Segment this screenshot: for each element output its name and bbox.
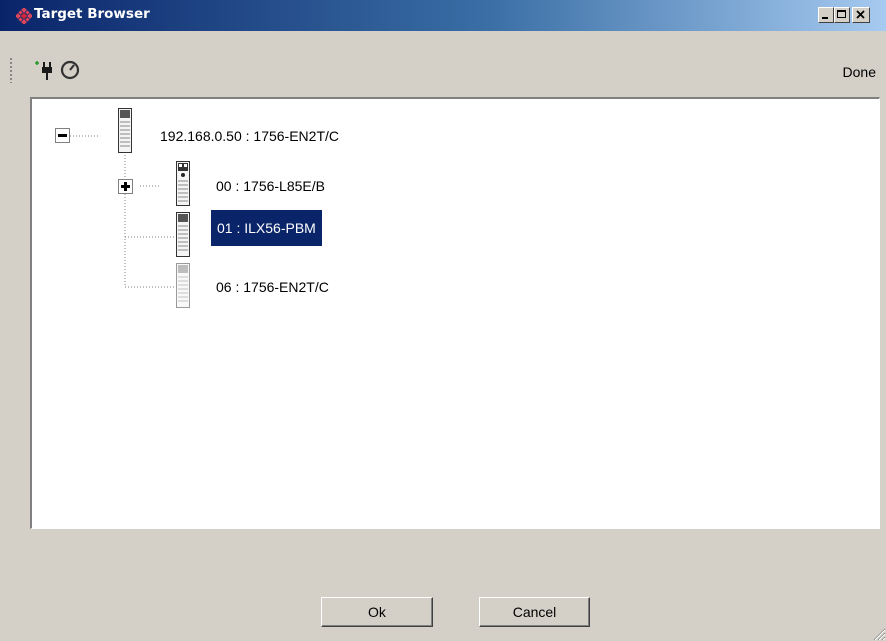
ok-button[interactable]: Ok — [321, 597, 433, 627]
tree-node-selected[interactable]: 01 : ILX56-PBM — [211, 210, 322, 246]
tree-node-root[interactable]: 192.168.0.50 : 1756-EN2T/C — [160, 127, 339, 145]
minimize-button[interactable] — [818, 7, 834, 23]
status-done-label: Done — [842, 64, 876, 80]
expand-toggle[interactable] — [118, 179, 133, 194]
tree-connector-lines — [70, 135, 177, 288]
module-disabled-icon — [176, 263, 190, 308]
diamond-logo-icon — [16, 8, 32, 24]
module-icon — [118, 108, 132, 153]
plug-connect-icon[interactable] — [32, 58, 58, 82]
close-icon — [856, 10, 865, 19]
tree-node-item[interactable]: 06 : 1756-EN2T/C — [216, 278, 329, 296]
toolbar-grip[interactable] — [10, 57, 12, 83]
cancel-button[interactable]: Cancel — [479, 597, 590, 627]
maximize-button[interactable] — [834, 7, 850, 23]
window-title: Target Browser — [34, 6, 150, 22]
maximize-icon — [837, 10, 846, 18]
device-tree[interactable]: 192.168.0.50 : 1756-EN2T/C 00 : 1756-L85… — [30, 97, 880, 529]
collapse-toggle[interactable] — [55, 128, 70, 143]
controller-module-icon — [176, 161, 190, 206]
tree-node-item[interactable]: 00 : 1756-L85E/B — [216, 177, 325, 195]
resize-grip-icon[interactable] — [870, 625, 886, 641]
target-browser-window: Target Browser Done 192.168.0.50: 1756-… — [0, 0, 886, 641]
refresh-gauge-icon[interactable] — [58, 58, 82, 82]
title-bar[interactable]: Target Browser — [0, 0, 886, 31]
minimize-icon — [822, 17, 828, 19]
close-button[interactable] — [852, 7, 870, 23]
module-icon — [176, 212, 190, 257]
